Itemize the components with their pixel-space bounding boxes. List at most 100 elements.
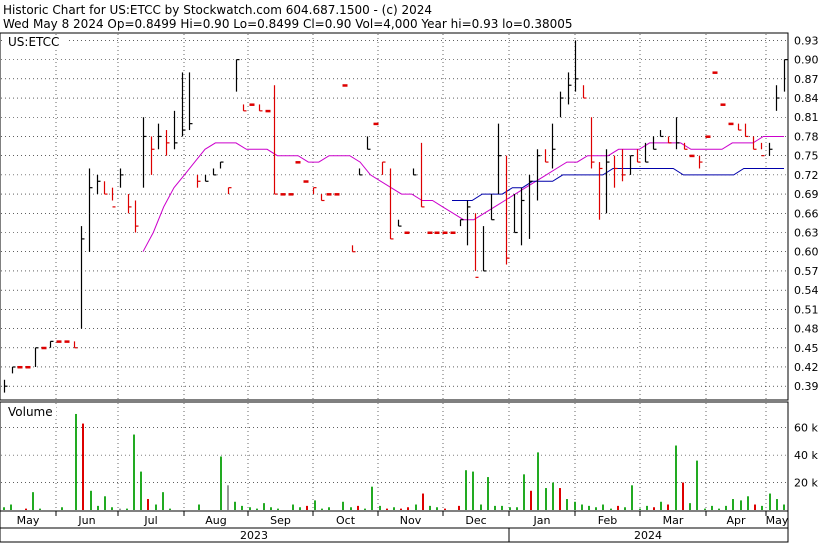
volume-bar xyxy=(328,507,330,510)
price-flat-tick xyxy=(280,193,286,196)
price-tick-label: 0.87 xyxy=(794,73,819,86)
month-label: Jan xyxy=(533,514,551,527)
price-tick-label: 0.72 xyxy=(794,169,819,182)
volume-bar xyxy=(465,470,467,510)
price-flat-tick xyxy=(434,231,440,235)
price-flat-tick xyxy=(303,180,309,183)
volume-bar xyxy=(487,477,489,510)
volume-bar xyxy=(711,505,713,510)
price-flat-tick xyxy=(334,193,340,196)
volume-bar xyxy=(147,499,149,510)
volume-bar xyxy=(740,500,742,510)
volume-bar xyxy=(552,482,554,510)
price-flat-tick xyxy=(265,109,271,113)
volume-bar xyxy=(769,493,771,510)
volume-bar xyxy=(104,496,106,510)
price-flat-tick xyxy=(705,135,711,138)
volume-bar xyxy=(667,504,669,510)
volume-bar xyxy=(747,496,749,510)
volume-bar xyxy=(241,505,243,510)
price-tick-label: 0.66 xyxy=(794,207,819,220)
volume-bar xyxy=(494,505,496,510)
price-flat-tick xyxy=(64,340,70,343)
month-label: Jul xyxy=(143,514,157,527)
volume-bar xyxy=(133,434,135,510)
price-flat-tick xyxy=(288,193,294,196)
volume-bar xyxy=(523,474,525,510)
volume-bar xyxy=(610,508,612,510)
volume-bar xyxy=(595,507,597,510)
volume-bar xyxy=(10,504,12,510)
volume-bar xyxy=(617,505,619,510)
volume-bar xyxy=(545,488,547,510)
volume-bar xyxy=(111,507,113,510)
volume-bar xyxy=(754,504,756,510)
year-label: 2023 xyxy=(240,529,268,542)
volume-bar xyxy=(39,508,41,510)
year-label: 2024 xyxy=(634,529,662,542)
volume-bar xyxy=(3,507,5,510)
symbol-label: US:ETCC xyxy=(8,35,59,49)
volume-bar xyxy=(126,508,128,510)
volume-bar xyxy=(75,413,77,510)
volume-bar xyxy=(198,504,200,510)
volume-bar xyxy=(660,501,662,510)
price-tick-label: 0.78 xyxy=(794,130,819,143)
price-flat-tick xyxy=(25,365,31,369)
volume-bar xyxy=(718,508,720,510)
volume-bar xyxy=(263,503,265,510)
month-label: Dec xyxy=(465,514,486,527)
volume-bar xyxy=(436,507,438,510)
volume-tick-label: 60 k xyxy=(794,422,818,435)
volume-bar xyxy=(509,507,511,510)
month-label: Jun xyxy=(77,514,95,527)
price-flat-tick xyxy=(56,340,62,343)
volume-bar xyxy=(480,504,482,510)
volume-bar xyxy=(696,460,698,510)
volume-bar xyxy=(169,508,171,510)
volume-bar xyxy=(32,492,34,510)
volume-bar xyxy=(342,501,344,510)
volume-bar xyxy=(581,504,583,510)
volume-bar xyxy=(559,488,561,510)
volume-bar xyxy=(639,508,641,510)
volume-bar xyxy=(97,505,99,510)
price-flat-tick xyxy=(450,231,456,235)
volume-bar xyxy=(537,452,539,510)
volume-bar xyxy=(501,505,503,510)
price-flat-tick xyxy=(249,103,255,106)
volume-bar xyxy=(321,508,323,510)
price-tick-label: 0.54 xyxy=(794,284,819,297)
header-line-1: Historic Chart for US:ETCC by Stockwatch… xyxy=(3,3,432,17)
volume-bar xyxy=(162,492,164,510)
volume-bar xyxy=(386,508,388,510)
price-tick-label: 0.57 xyxy=(794,265,819,278)
price-flat-tick xyxy=(728,122,734,126)
price-flat-tick xyxy=(427,231,433,235)
price-tick-label: 0.81 xyxy=(794,111,819,124)
month-label: Sep xyxy=(270,514,291,527)
background xyxy=(0,0,830,543)
volume-bar xyxy=(689,503,691,510)
month-label: Mar xyxy=(663,514,684,527)
volume-bar xyxy=(783,504,785,510)
volume-bar xyxy=(776,499,778,510)
volume-bar xyxy=(256,508,258,510)
volume-bar xyxy=(631,485,633,510)
volume-bar xyxy=(429,505,431,510)
volume-bar xyxy=(82,423,84,510)
volume-bar xyxy=(306,505,308,510)
price-tick-label: 0.51 xyxy=(794,303,819,316)
volume-bar xyxy=(472,471,474,510)
price-flat-tick xyxy=(712,71,718,74)
price-flat-tick xyxy=(442,231,448,235)
volume-bar xyxy=(119,508,121,510)
volume-bar xyxy=(458,505,460,510)
volume-bar xyxy=(624,507,626,510)
volume-bar xyxy=(732,499,734,510)
volume-bar xyxy=(249,507,251,510)
price-flat-tick xyxy=(689,154,695,158)
volume-bar xyxy=(227,485,229,510)
volume-bar xyxy=(90,490,92,510)
price-flat-tick xyxy=(404,231,410,235)
